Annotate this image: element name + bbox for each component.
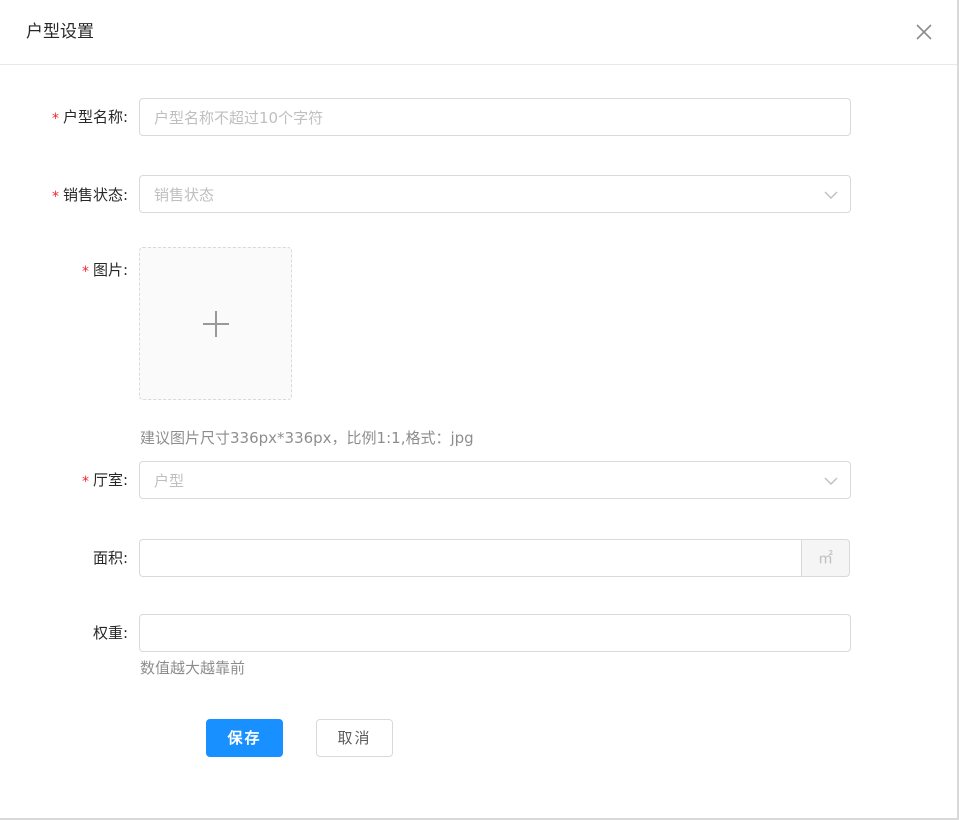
save-button[interactable]: 保存 — [206, 719, 283, 757]
required-mark: * — [51, 189, 59, 205]
cancel-button[interactable]: 取消 — [316, 719, 393, 757]
name-label: * 户型名称: — [52, 106, 128, 129]
room-select-placeholder: 户型 — [154, 472, 185, 490]
required-mark: * — [81, 474, 89, 490]
sale-status-placeholder: 销售状态 — [154, 186, 215, 204]
required-mark: * — [51, 111, 59, 127]
area-unit-addon: ㎡ — [801, 539, 850, 577]
sale-status-label: * 销售状态: — [52, 184, 128, 207]
chevron-down-icon — [824, 477, 838, 485]
close-button[interactable] — [910, 18, 938, 46]
area-input[interactable] — [139, 539, 802, 577]
image-upload-button[interactable] — [139, 247, 292, 400]
modal-header: 户型设置 — [0, 0, 957, 65]
room-select[interactable]: 户型 — [139, 461, 851, 499]
plus-icon — [203, 311, 229, 337]
chevron-down-icon — [824, 191, 838, 199]
name-input[interactable]: 户型名称不超过10个字符 — [139, 98, 851, 136]
sale-status-label-text: 销售状态: — [62, 186, 128, 204]
image-label: * 图片: — [82, 259, 128, 282]
image-label-text: 图片: — [92, 261, 128, 279]
name-label-text: 户型名称: — [62, 108, 128, 126]
area-input-group: ㎡ — [139, 539, 851, 577]
house-type-settings-modal: 户型设置 * 户型名称: 户型名称不超过10个字符 * 销售状态: 销售状态 * 图片… — [0, 0, 959, 820]
room-label-text: 厅室: — [92, 471, 128, 489]
sale-status-select[interactable]: 销售状态 — [139, 175, 851, 213]
close-icon — [916, 24, 932, 40]
room-label: * 厅室: — [82, 469, 128, 492]
area-label: 面积: — [92, 549, 128, 567]
weight-label: 权重: — [92, 624, 128, 642]
modal-title: 户型设置 — [26, 22, 94, 42]
weight-hint: 数值越大越靠前 — [140, 659, 246, 677]
weight-input[interactable] — [139, 614, 851, 652]
required-mark: * — [81, 264, 89, 280]
name-input-placeholder: 户型名称不超过10个字符 — [154, 109, 324, 127]
image-size-hint: 建议图片尺寸336px*336px，比例1:1,格式：jpg — [140, 429, 474, 447]
